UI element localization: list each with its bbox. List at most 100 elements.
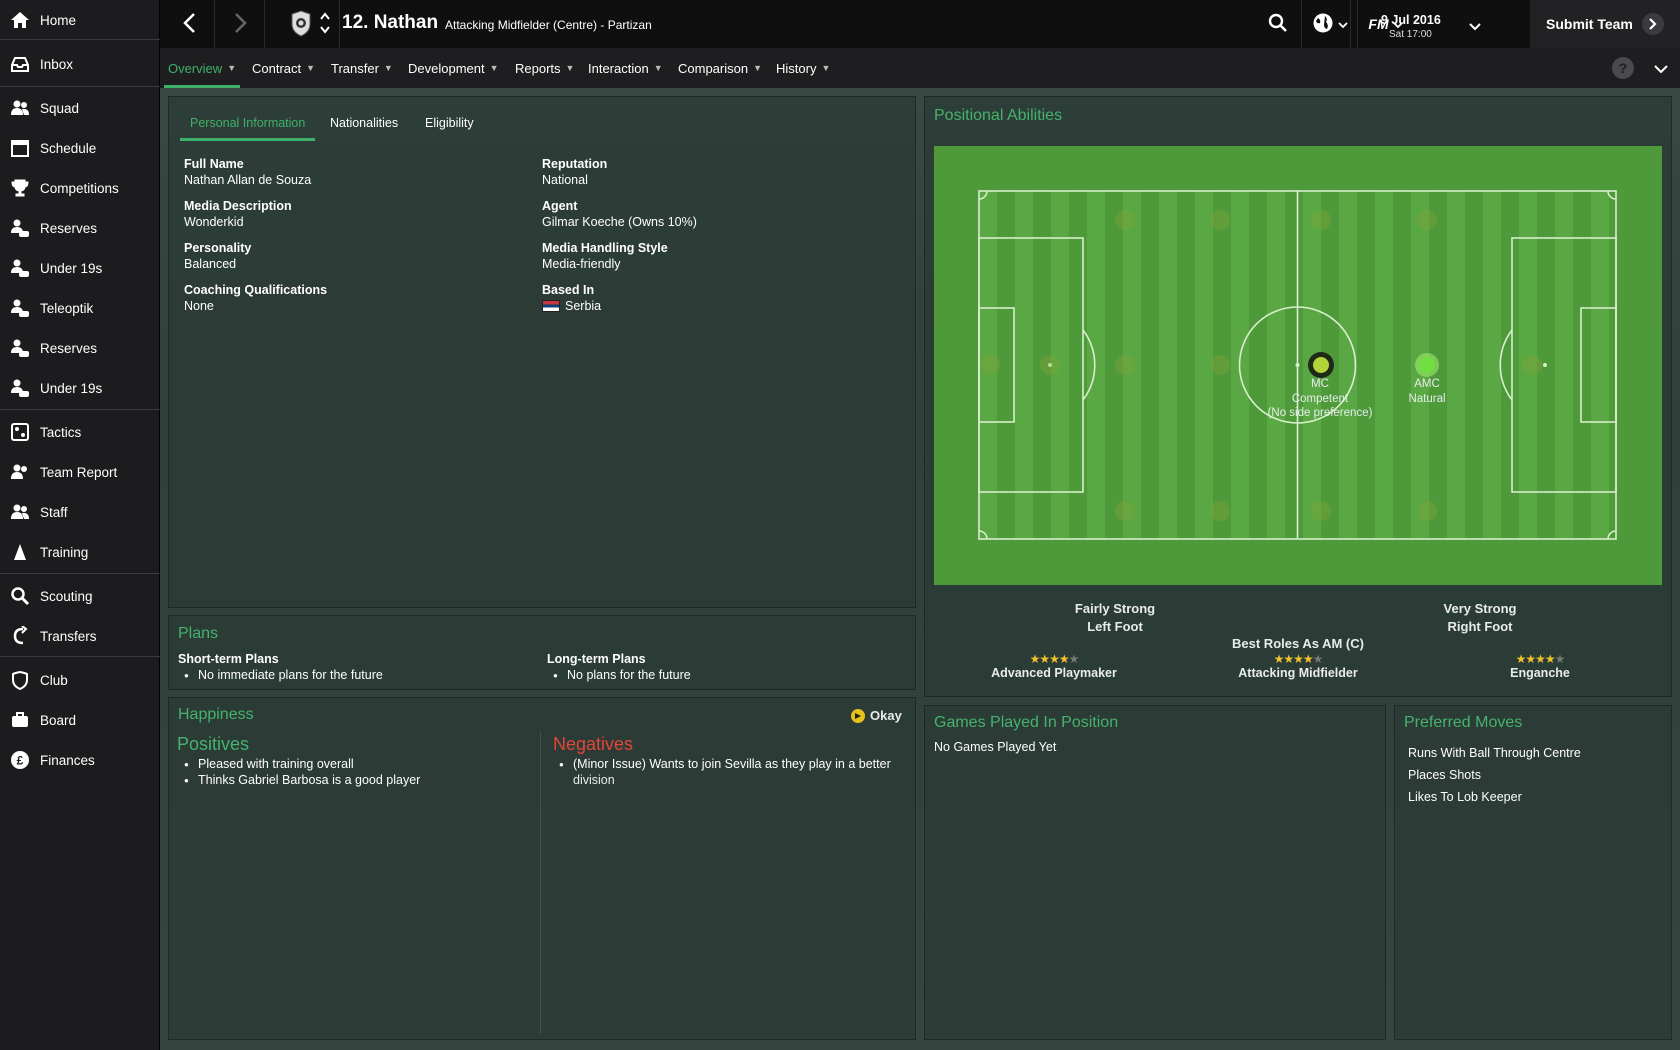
tab-contract[interactable]: Contract ▼	[252, 48, 315, 88]
pound-icon: £	[9, 749, 31, 771]
short-term-plans-value: No immediate plans for the future	[184, 668, 383, 684]
games-played-title: Games Played In Position	[934, 714, 1119, 731]
submit-team-label: Submit Team	[1546, 16, 1633, 32]
tab-label: Reports	[515, 60, 561, 76]
sidebar-divider	[0, 39, 160, 40]
subtab-nationalities[interactable]: Nationalities	[330, 116, 398, 130]
field-reputation: Reputation National	[542, 157, 607, 187]
tab-history[interactable]: History ▼	[776, 48, 830, 88]
player-title: 12. Nathan	[342, 12, 439, 33]
role-stars: ★★★★★	[1273, 652, 1324, 666]
sidebar-item-schedule[interactable]: Schedule	[0, 130, 160, 166]
pitch-diagram	[934, 146, 1662, 585]
field-label: Personality	[184, 241, 252, 255]
chevron-down-icon: ▼	[653, 63, 663, 73]
tab-label: Contract	[252, 60, 302, 76]
svg-text:£: £	[17, 754, 24, 768]
right-foot-label: Right Foot	[1447, 619, 1513, 634]
sidebar-item-scouting[interactable]: Scouting	[0, 578, 160, 614]
sidebar-item-tactics[interactable]: Tactics	[0, 414, 160, 450]
board-icon	[9, 709, 31, 731]
field-value[interactable]: Gilmar Koeche (Owns 10%)	[542, 215, 697, 229]
field-value: Serbia	[565, 299, 602, 313]
mc-side-note: (No side preference)	[1267, 407, 1373, 419]
tab-label: History	[776, 60, 817, 76]
sidebar-item-inbox[interactable]: Inbox	[0, 46, 160, 82]
chevron-left-icon	[182, 12, 198, 37]
sidebar: Home Inbox Squad Schedule Competitions R…	[0, 0, 160, 1050]
tab-transfer[interactable]: Transfer ▼	[331, 48, 393, 88]
player-switch-arrows[interactable]	[319, 10, 331, 39]
search-button[interactable]	[1255, 0, 1301, 48]
sidebar-item-finances[interactable]: £ Finances	[0, 742, 160, 778]
sidebar-item-teleoptik[interactable]: Teleoptik	[0, 290, 160, 326]
role-enganche[interactable]: ★★★★★ Enganche	[1460, 652, 1620, 680]
tab-overview[interactable]: Overview ▼	[163, 48, 241, 88]
submit-team-button[interactable]: Submit Team	[1530, 0, 1680, 48]
world-menu-button[interactable]	[1301, 0, 1357, 48]
sidebar-item-under-19s-2[interactable]: Under 19s	[0, 370, 160, 406]
club-crest[interactable]	[280, 0, 340, 48]
field-value: Wonderkid	[184, 215, 244, 229]
subtab-eligibility[interactable]: Eligibility	[425, 116, 474, 130]
sidebar-item-reserves[interactable]: Reserves	[0, 210, 160, 246]
field-label: Media Handling Style	[542, 241, 668, 255]
sidebar-item-under-19s[interactable]: Under 19s	[0, 250, 160, 286]
field-label: Reputation	[542, 157, 608, 171]
sidebar-item-reserves-2[interactable]: Reserves	[0, 330, 160, 366]
page-options-button[interactable]	[1654, 62, 1668, 77]
sidebar-item-label: Reserves	[40, 340, 98, 356]
negatives-title: Negatives	[553, 734, 634, 754]
sidebar-item-transfers[interactable]: Transfers	[0, 618, 160, 654]
report-icon	[9, 461, 31, 483]
sidebar-divider	[0, 86, 160, 87]
happiness-panel	[168, 697, 916, 1040]
preferred-move-item: Runs With Ball Through Centre	[1408, 746, 1581, 760]
sidebar-item-home[interactable]: Home	[0, 2, 160, 38]
role-name: Attacking Midfielder	[1238, 666, 1358, 680]
chevron-right-icon	[232, 12, 248, 37]
shield-icon	[9, 669, 31, 691]
preferred-moves-title: Preferred Moves	[1404, 714, 1523, 731]
transfers-icon	[9, 625, 31, 647]
player-position-club: Attacking Midfielder (Centre) - Partizan	[445, 18, 652, 32]
field-label: Agent	[542, 199, 578, 213]
tab-development[interactable]: Development ▼	[408, 48, 499, 88]
sidebar-item-club[interactable]: Club	[0, 662, 160, 698]
role-attacking-midfielder[interactable]: ★★★★★ Attacking Midfielder	[1218, 652, 1378, 680]
field-label: Full Name	[184, 157, 244, 171]
left-foot-rating: Fairly Strong	[1074, 601, 1156, 616]
position-mc-marker	[1308, 352, 1334, 378]
long-term-plans-value: No plans for the future	[553, 668, 691, 684]
reserves-icon	[9, 377, 31, 399]
position-rating: Competent	[1291, 393, 1349, 405]
reserves-icon	[9, 297, 31, 319]
happiness-status[interactable]: Okay	[851, 708, 902, 723]
field-label: Based In	[542, 283, 595, 297]
sidebar-item-competitions[interactable]: Competitions	[0, 170, 160, 206]
tab-comparison[interactable]: Comparison ▼	[678, 48, 762, 88]
forward-button[interactable]	[215, 0, 265, 48]
question-icon: ?	[1618, 60, 1628, 76]
sidebar-item-board[interactable]: Board	[0, 702, 160, 738]
plans-title: Plans	[178, 625, 219, 642]
tab-interaction[interactable]: Interaction ▼	[588, 48, 663, 88]
date-display[interactable]: 9 Jul 2016 Sat 17:00	[1350, 0, 1490, 48]
positive-item: Thinks Gabriel Barbosa is a good player	[184, 773, 420, 789]
field-value: Media-friendly	[542, 257, 621, 271]
role-advanced-playmaker[interactable]: ★★★★★ Advanced Playmaker	[974, 652, 1134, 680]
help-button[interactable]: ?	[1612, 57, 1634, 79]
current-time: Sat 17:00	[1389, 29, 1432, 40]
squad-icon	[9, 97, 31, 119]
sidebar-item-staff[interactable]: Staff	[0, 494, 160, 530]
positives-title: Positives	[177, 734, 250, 754]
sidebar-item-training[interactable]: Training	[0, 534, 160, 570]
tab-reports[interactable]: Reports ▼	[515, 48, 574, 88]
sidebar-item-squad[interactable]: Squad	[0, 90, 160, 126]
chevron-down-icon: ▼	[821, 63, 831, 73]
subtab-personal-information[interactable]: Personal Information	[179, 116, 316, 141]
field-value-row[interactable]: Serbia	[542, 299, 601, 313]
tactics-icon	[9, 421, 31, 443]
sidebar-item-team-report[interactable]: Team Report	[0, 454, 160, 490]
back-button[interactable]	[165, 0, 215, 48]
